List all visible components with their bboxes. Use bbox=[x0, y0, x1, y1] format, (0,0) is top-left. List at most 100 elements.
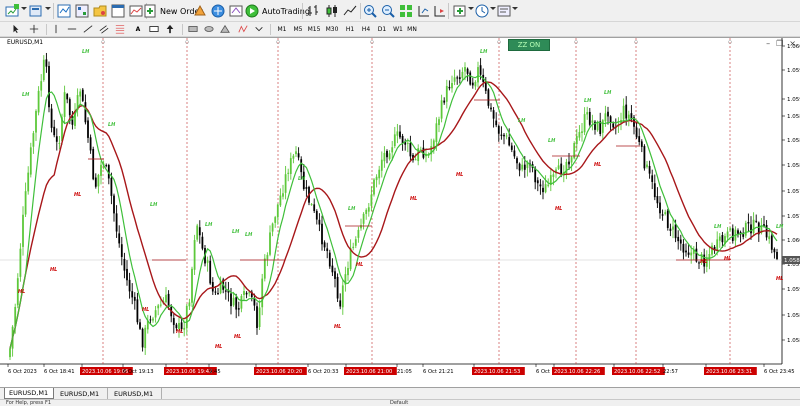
candle-body[interactable] bbox=[487, 89, 490, 106]
candle-body[interactable] bbox=[141, 328, 144, 348]
candle-body[interactable] bbox=[666, 210, 669, 228]
candle-body[interactable] bbox=[542, 187, 544, 193]
timeframe-h1[interactable]: H1 bbox=[342, 23, 358, 35]
candle-body[interactable] bbox=[352, 246, 355, 249]
candle-body[interactable] bbox=[339, 300, 342, 307]
candle-body[interactable] bbox=[154, 310, 157, 318]
candle-body[interactable] bbox=[516, 158, 518, 164]
candle-body[interactable] bbox=[159, 304, 162, 306]
candle-body[interactable] bbox=[292, 155, 295, 159]
new-chart-icon[interactable] bbox=[4, 3, 20, 19]
candle-body[interactable] bbox=[235, 297, 238, 310]
candle-body[interactable] bbox=[653, 183, 656, 198]
candle-body[interactable] bbox=[29, 147, 32, 175]
channel-icon[interactable] bbox=[98, 23, 110, 35]
candle-body[interactable] bbox=[201, 236, 204, 249]
candle-body[interactable] bbox=[196, 225, 199, 240]
candle-body[interactable] bbox=[750, 224, 752, 234]
rectangle-tool-icon[interactable] bbox=[186, 23, 200, 35]
candle-body[interactable] bbox=[568, 161, 570, 165]
candle-body[interactable] bbox=[510, 145, 513, 150]
candle-body[interactable] bbox=[396, 131, 399, 136]
candle-body[interactable] bbox=[716, 239, 719, 251]
candle-body[interactable] bbox=[661, 214, 664, 216]
indicators-icon[interactable] bbox=[452, 3, 468, 19]
tab-eurusd-1[interactable]: EURUSD,M1 bbox=[4, 388, 54, 399]
timeframe-m15[interactable]: M15 bbox=[306, 23, 322, 35]
candle-body[interactable] bbox=[687, 252, 690, 255]
candle-body[interactable] bbox=[53, 126, 56, 136]
candle-body[interactable] bbox=[136, 299, 139, 323]
candle-body[interactable] bbox=[536, 180, 539, 184]
candle-body[interactable] bbox=[513, 150, 516, 157]
candle-body[interactable] bbox=[406, 142, 409, 144]
timeframe-d1[interactable]: D1 bbox=[374, 23, 390, 35]
candle-body[interactable] bbox=[128, 279, 131, 292]
candle-body[interactable] bbox=[776, 251, 778, 259]
candle-body[interactable] bbox=[240, 295, 243, 309]
candle-body[interactable] bbox=[336, 276, 339, 299]
candle-body[interactable] bbox=[230, 293, 232, 307]
candle-body[interactable] bbox=[575, 136, 578, 145]
candle-body[interactable] bbox=[729, 228, 732, 231]
templates-icon[interactable] bbox=[496, 3, 512, 19]
candle-body[interactable] bbox=[456, 77, 459, 79]
candle-body[interactable] bbox=[289, 158, 292, 174]
candle-body[interactable] bbox=[63, 92, 66, 117]
bar-chart-icon[interactable] bbox=[306, 3, 322, 19]
candle-body[interactable] bbox=[500, 134, 503, 136]
candle-body[interactable] bbox=[659, 202, 661, 214]
candle-body[interactable] bbox=[42, 59, 45, 81]
candle-body[interactable] bbox=[497, 125, 500, 134]
candle-body[interactable] bbox=[521, 164, 524, 170]
candle-body[interactable] bbox=[578, 132, 581, 138]
candle-body[interactable] bbox=[214, 291, 217, 293]
candle-body[interactable] bbox=[50, 108, 53, 128]
candle-body[interactable] bbox=[461, 71, 464, 79]
candle-body[interactable] bbox=[640, 141, 643, 147]
candle-body[interactable] bbox=[672, 226, 674, 230]
minimize-icon[interactable]: – bbox=[766, 39, 770, 48]
candle-body[interactable] bbox=[279, 195, 282, 206]
candle-body[interactable] bbox=[45, 59, 48, 67]
candle-body[interactable] bbox=[721, 235, 724, 243]
candle-body[interactable] bbox=[443, 100, 446, 103]
candle-body[interactable] bbox=[87, 120, 89, 138]
candle-body[interactable] bbox=[328, 252, 331, 267]
candle-body[interactable] bbox=[747, 222, 750, 224]
candle-body[interactable] bbox=[601, 120, 604, 133]
candle-body[interactable] bbox=[266, 254, 269, 260]
candle-body[interactable] bbox=[625, 104, 628, 119]
candle-body[interactable] bbox=[105, 165, 108, 167]
candle-body[interactable] bbox=[347, 268, 349, 276]
candle-body[interactable] bbox=[271, 223, 274, 232]
candle-body[interactable] bbox=[588, 111, 591, 125]
candle-body[interactable] bbox=[48, 65, 50, 108]
candle-body[interactable] bbox=[35, 110, 37, 133]
candle-body[interactable] bbox=[737, 230, 739, 234]
candle-body[interactable] bbox=[438, 119, 440, 126]
candle-body[interactable] bbox=[9, 348, 11, 358]
candle-body[interactable] bbox=[100, 164, 102, 176]
candle-body[interactable] bbox=[248, 292, 251, 294]
candle-body[interactable] bbox=[315, 210, 318, 220]
candle-body[interactable] bbox=[68, 99, 71, 116]
candle-body[interactable] bbox=[375, 176, 378, 181]
candle-body[interactable] bbox=[175, 324, 178, 329]
candle-body[interactable] bbox=[453, 77, 456, 82]
candle-body[interactable] bbox=[393, 134, 396, 147]
candle-body[interactable] bbox=[518, 163, 521, 171]
text-tool-icon[interactable]: A bbox=[132, 23, 144, 35]
candle-body[interactable] bbox=[604, 113, 607, 122]
candle-body[interactable] bbox=[648, 165, 651, 174]
candle-body[interactable] bbox=[123, 258, 126, 271]
candle-body[interactable] bbox=[607, 111, 609, 117]
data-window-icon[interactable] bbox=[74, 3, 90, 19]
candle-body[interactable] bbox=[287, 172, 290, 174]
candle-body[interactable] bbox=[505, 135, 508, 137]
zoom-in-icon[interactable] bbox=[362, 3, 378, 19]
candle-body[interactable] bbox=[651, 175, 654, 182]
candle-body[interactable] bbox=[495, 120, 498, 126]
candle-body[interactable] bbox=[386, 150, 388, 158]
candle-body[interactable] bbox=[362, 213, 365, 224]
